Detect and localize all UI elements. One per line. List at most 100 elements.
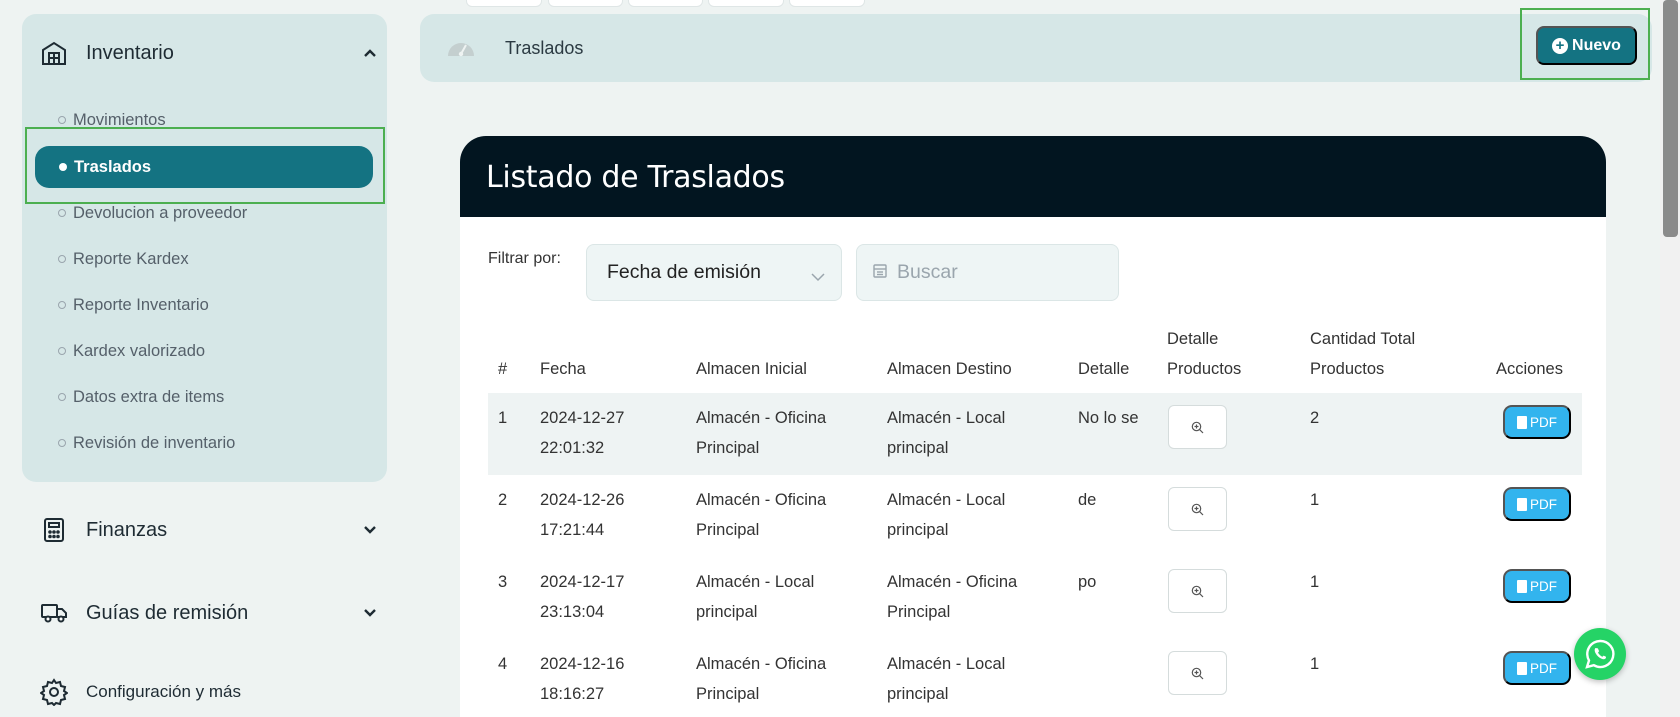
- pdf-button[interactable]: PDF: [1503, 405, 1571, 439]
- sidebar-item-datos-extra[interactable]: Datos extra de items: [58, 384, 224, 410]
- top-tab-3[interactable]: [628, 0, 703, 7]
- dashboard-icon: [446, 36, 476, 65]
- calculator-icon: [40, 516, 68, 544]
- warehouse-icon: [40, 39, 68, 67]
- sidebar-item-configuracion[interactable]: Configuración y más: [40, 675, 380, 709]
- cell-detalle: po: [1078, 573, 1097, 591]
- th-detalle: Detalle: [1078, 360, 1130, 378]
- zoom-in-icon: [1191, 503, 1204, 515]
- cell-inicial-2: Principal: [696, 521, 760, 539]
- sidebar-group-inventario[interactable]: Inventario: [40, 37, 380, 69]
- chevron-down-icon[interactable]: [360, 520, 380, 540]
- bullet-icon: [58, 439, 66, 447]
- pdf-label: PDF: [1530, 496, 1557, 512]
- pdf-label: PDF: [1530, 660, 1557, 676]
- cell-destino-2: Principal: [887, 603, 951, 621]
- highlight-box: [25, 127, 385, 204]
- filter-select[interactable]: Fecha de emisión: [586, 244, 842, 301]
- sidebar-item-devolucion[interactable]: Devolucion a proveedor: [58, 200, 247, 226]
- search-input[interactable]: Buscar: [856, 244, 1119, 301]
- chevron-down-icon[interactable]: [360, 603, 380, 623]
- sidebar-item-finanzas[interactable]: Finanzas: [40, 513, 380, 547]
- cell-destino-1: Almacén - Oficina: [887, 573, 1018, 591]
- cell-fecha-time: 23:13:04: [540, 603, 605, 621]
- sidebar-item-label: Guías de remisión: [86, 601, 249, 624]
- view-products-button[interactable]: [1168, 651, 1227, 695]
- cell-inicial-1: Almacén - Oficina: [696, 491, 827, 509]
- sidebar: Inventario Movimientos Traslados Devoluc…: [0, 0, 400, 717]
- page-header: Traslados: [420, 14, 1652, 82]
- cell-destino-2: principal: [887, 439, 949, 457]
- sidebar-item-reporte-kardex[interactable]: Reporte Kardex: [58, 246, 189, 272]
- sidebar-item-label: Datos extra de items: [73, 387, 225, 406]
- chevron-up-icon[interactable]: [360, 43, 380, 63]
- sidebar-item-revision[interactable]: Revisión de inventario: [58, 430, 235, 456]
- bullet-icon: [58, 209, 66, 217]
- top-tab-2[interactable]: [548, 0, 623, 7]
- cell-cantidad: 1: [1310, 491, 1320, 509]
- cell-destino-1: Almacén - Local: [887, 409, 1006, 427]
- top-tab-1[interactable]: [466, 0, 542, 7]
- view-products-button[interactable]: [1168, 487, 1227, 531]
- scrollbar-thumb[interactable]: [1663, 0, 1678, 237]
- sidebar-item-reporte-inventario[interactable]: Reporte Inventario: [58, 292, 209, 318]
- sidebar-item-guias[interactable]: Guías de remisión: [40, 596, 380, 630]
- whatsapp-button[interactable]: [1574, 628, 1626, 680]
- cell-fecha-time: 17:21:44: [540, 521, 605, 539]
- pdf-button[interactable]: PDF: [1503, 569, 1571, 603]
- pdf-button[interactable]: PDF: [1503, 651, 1571, 685]
- table-row: 3 2024-12-17 23:13:04 Almacén - Local pr…: [488, 557, 1582, 639]
- sidebar-item-label: Reporte Kardex: [73, 249, 189, 268]
- bullet-icon: [58, 347, 66, 355]
- bullet-icon: [58, 116, 66, 124]
- th-num: #: [498, 360, 508, 378]
- pdf-label: PDF: [1530, 414, 1557, 430]
- pdf-button[interactable]: PDF: [1503, 487, 1571, 521]
- table-row: 1 2024-12-27 22:01:32 Almacén - Oficina …: [488, 393, 1582, 475]
- pdf-label: PDF: [1530, 578, 1557, 594]
- table-row: 2 2024-12-26 17:21:44 Almacén - Oficina …: [488, 475, 1582, 557]
- card-header: Listado de Traslados: [460, 136, 1606, 217]
- cell-num: 4: [498, 655, 508, 673]
- cell-inicial-2: Principal: [696, 439, 760, 457]
- view-products-button[interactable]: [1168, 569, 1227, 613]
- view-products-button[interactable]: [1168, 405, 1227, 449]
- bullet-icon: [58, 393, 66, 401]
- th-acciones: Acciones: [1496, 360, 1563, 378]
- cell-detalle: de: [1078, 491, 1097, 509]
- cell-inicial-2: principal: [696, 603, 758, 621]
- file-pdf-icon: [1517, 579, 1527, 593]
- cell-fecha-date: 2024-12-27: [540, 409, 625, 427]
- sidebar-item-label: Reporte Inventario: [73, 295, 209, 314]
- zoom-in-icon: [1191, 421, 1204, 433]
- sidebar-item-label: Finanzas: [86, 518, 168, 541]
- top-tab-5[interactable]: [789, 0, 865, 7]
- sidebar-group-label: Inventario: [86, 41, 174, 64]
- th-almacen-destino: Almacen Destino: [887, 360, 1012, 378]
- cell-inicial-2: Principal: [696, 685, 760, 703]
- sidebar-item-label: Devolucion a proveedor: [73, 203, 248, 222]
- bullet-icon: [58, 255, 66, 263]
- cell-inicial-1: Almacén - Oficina: [696, 409, 827, 427]
- sidebar-item-kardex-valorizado[interactable]: Kardex valorizado: [58, 338, 205, 364]
- th-cantidad-2: Productos: [1310, 360, 1385, 378]
- cell-inicial-1: Almacén - Local: [696, 573, 815, 591]
- cell-fecha-date: 2024-12-26: [540, 491, 625, 509]
- cell-fecha-time: 18:16:27: [540, 685, 605, 703]
- top-tab-4[interactable]: [708, 0, 784, 7]
- filter-select-value: Fecha de emisión: [607, 261, 761, 283]
- cell-destino-1: Almacén - Local: [887, 655, 1006, 673]
- sidebar-item-label: Revisión de inventario: [73, 433, 236, 452]
- zoom-in-icon: [1191, 585, 1204, 597]
- cell-cantidad: 2: [1310, 409, 1320, 427]
- sidebar-item-label: Configuración y más: [86, 682, 241, 701]
- bullet-icon: [58, 301, 66, 309]
- card-title: Listado de Traslados: [486, 160, 785, 195]
- truck-icon: [40, 599, 68, 627]
- page-title: Traslados: [505, 38, 584, 58]
- th-almacen-inicial: Almacen Inicial: [696, 360, 807, 378]
- zoom-in-icon: [1191, 667, 1204, 679]
- cell-fecha-date: 2024-12-16: [540, 655, 625, 673]
- th-detalle-productos-2: Productos: [1167, 360, 1242, 378]
- sidebar-item-label: Kardex valorizado: [73, 341, 206, 360]
